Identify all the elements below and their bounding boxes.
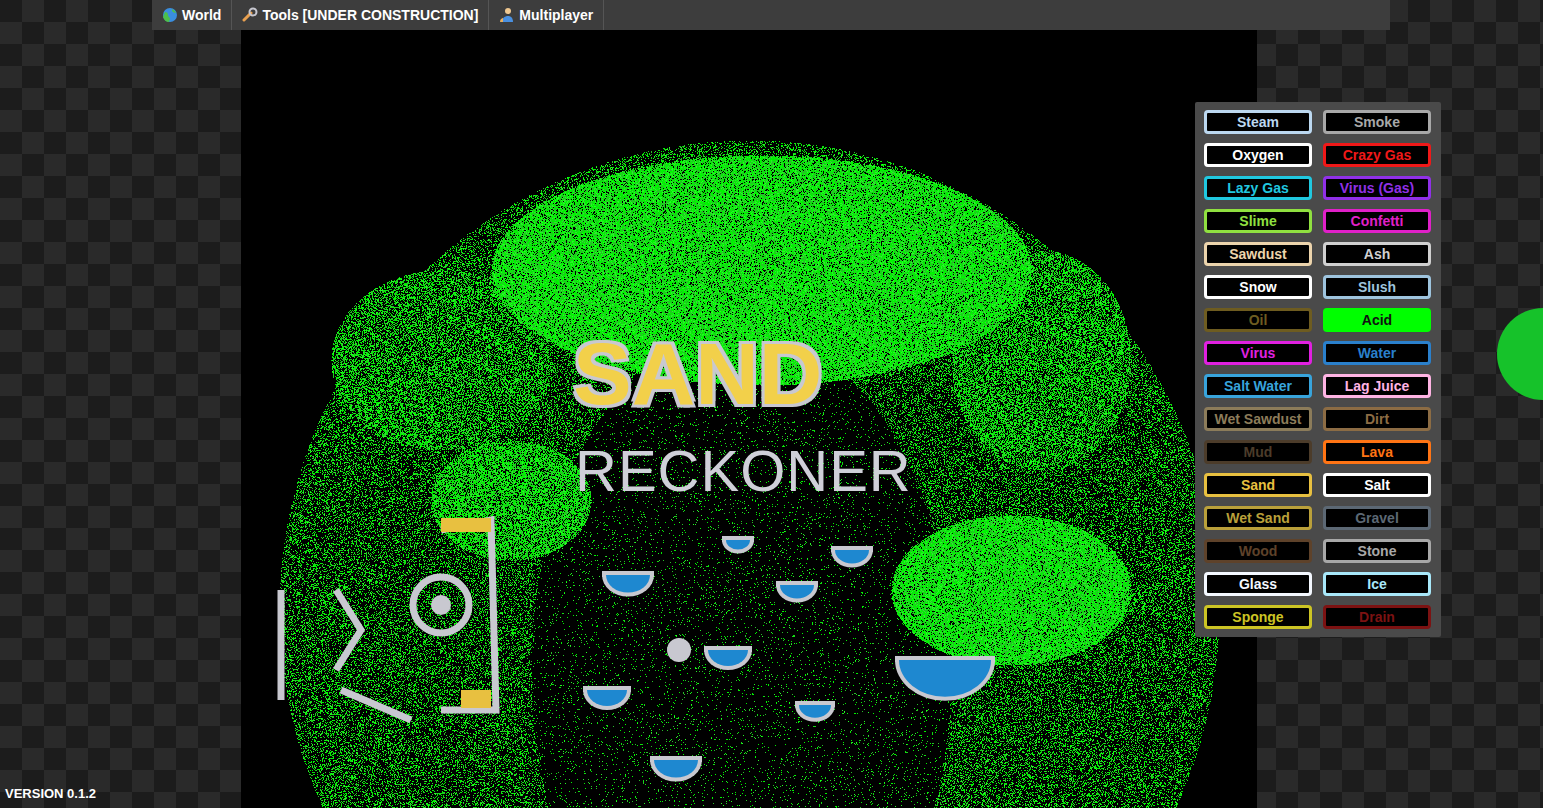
wrench-icon xyxy=(242,7,258,23)
menu-label: Tools [UNDER CONSTRUCTION] xyxy=(262,5,478,26)
element-button[interactable]: Virus (Gas) xyxy=(1323,176,1431,200)
menu-tab[interactable]: Tools [UNDER CONSTRUCTION] xyxy=(232,0,489,30)
element-button[interactable]: Stone xyxy=(1323,539,1431,563)
menu-tab[interactable]: Multiplayer xyxy=(489,0,604,30)
globe-icon xyxy=(162,7,178,23)
element-button[interactable]: Water xyxy=(1323,341,1431,365)
element-palette: Steam Smoke Oxygen Crazy Gas Lazy Gas Virus (… xyxy=(1195,102,1441,637)
element-button[interactable]: Lava xyxy=(1323,440,1431,464)
menu-label: World xyxy=(182,5,221,26)
element-button[interactable]: Sand xyxy=(1204,473,1312,497)
element-button[interactable]: Dirt xyxy=(1323,407,1431,431)
element-button[interactable]: Lazy Gas xyxy=(1204,176,1312,200)
element-button[interactable]: Snow xyxy=(1204,275,1312,299)
element-button[interactable]: Wood xyxy=(1204,539,1312,563)
element-button[interactable]: Drain xyxy=(1323,605,1431,629)
element-button[interactable]: Confetti xyxy=(1323,209,1431,233)
element-button[interactable]: Glass xyxy=(1204,572,1312,596)
element-button[interactable]: Acid xyxy=(1323,308,1431,332)
menu-tab[interactable]: World xyxy=(152,0,232,30)
game-canvas[interactable]: SAND RECKONER xyxy=(241,30,1257,808)
element-button[interactable]: Lag Juice xyxy=(1323,374,1431,398)
element-button[interactable]: Steam xyxy=(1204,110,1312,134)
top-menu: World Tools [UNDER CONSTRUCTION] Multiplay… xyxy=(152,0,1390,30)
element-button[interactable]: Slime xyxy=(1204,209,1312,233)
version-label: VERSION 0.1.2 xyxy=(5,784,96,804)
stone-lettering: SAND xyxy=(573,330,822,418)
element-button[interactable]: Ash xyxy=(1323,242,1431,266)
element-button[interactable]: Oxygen xyxy=(1204,143,1312,167)
element-button[interactable]: Salt Water xyxy=(1204,374,1312,398)
person-icon xyxy=(499,7,515,23)
element-button[interactable]: Wet Sand xyxy=(1204,506,1312,530)
element-button[interactable]: Sponge xyxy=(1204,605,1312,629)
sand-simulation[interactable] xyxy=(241,30,1257,808)
element-button[interactable]: Gravel xyxy=(1323,506,1431,530)
element-button[interactable]: Crazy Gas xyxy=(1323,143,1431,167)
element-button[interactable]: Ice xyxy=(1323,572,1431,596)
menu-label: Multiplayer xyxy=(519,5,593,26)
element-button[interactable]: Salt xyxy=(1323,473,1431,497)
element-button[interactable]: Slush xyxy=(1323,275,1431,299)
element-button[interactable]: Wet Sawdust xyxy=(1204,407,1312,431)
element-button[interactable]: Sawdust xyxy=(1204,242,1312,266)
stone-lettering: RECKONER xyxy=(575,442,912,500)
element-button[interactable]: Oil xyxy=(1204,308,1312,332)
element-button[interactable]: Virus xyxy=(1204,341,1312,365)
element-button[interactable]: Smoke xyxy=(1323,110,1431,134)
green-round-button[interactable] xyxy=(1497,308,1543,400)
element-button[interactable]: Mud xyxy=(1204,440,1312,464)
